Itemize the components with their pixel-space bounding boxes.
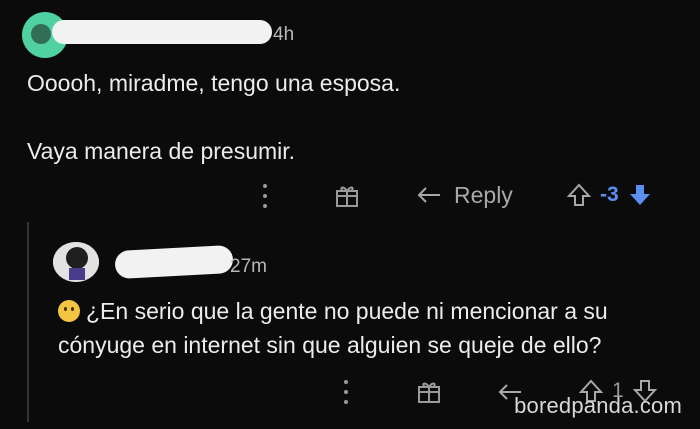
comment-actions: Reply -3	[0, 180, 700, 212]
vote-score: -3	[600, 183, 619, 206]
worried-face-icon	[58, 300, 80, 322]
redacted-username	[52, 20, 272, 44]
downvote-icon[interactable]	[627, 182, 653, 208]
award-gift-icon[interactable]	[334, 182, 360, 208]
reply-arrow-icon	[417, 186, 440, 203]
reply-button[interactable]: Reply	[416, 182, 513, 209]
reply-label: Reply	[454, 182, 513, 208]
reply-timestamp: 27m	[230, 256, 267, 277]
vote-controls: -3	[566, 182, 653, 208]
avatar[interactable]	[53, 242, 99, 282]
more-options-icon[interactable]	[343, 380, 349, 404]
comment-text-line: Vaya manera de presumir.	[27, 138, 296, 164]
award-gift-icon[interactable]	[416, 378, 442, 404]
upvote-icon[interactable]	[566, 182, 592, 208]
comment-timestamp: 4h	[273, 24, 295, 45]
more-options-icon[interactable]	[262, 184, 268, 208]
reply-text-line: cónyuge en internet sin que alguien se q…	[58, 332, 602, 358]
reply-text-content: ¿En serio que la gente no puede ni menci…	[86, 298, 608, 324]
comment-text-line: Ooooh, miradme, tengo una esposa.	[27, 70, 401, 96]
watermark: boredpanda.com	[514, 393, 682, 418]
reply-text-line: ¿En serio que la gente no puede ni menci…	[58, 298, 608, 325]
redacted-username	[114, 244, 234, 280]
